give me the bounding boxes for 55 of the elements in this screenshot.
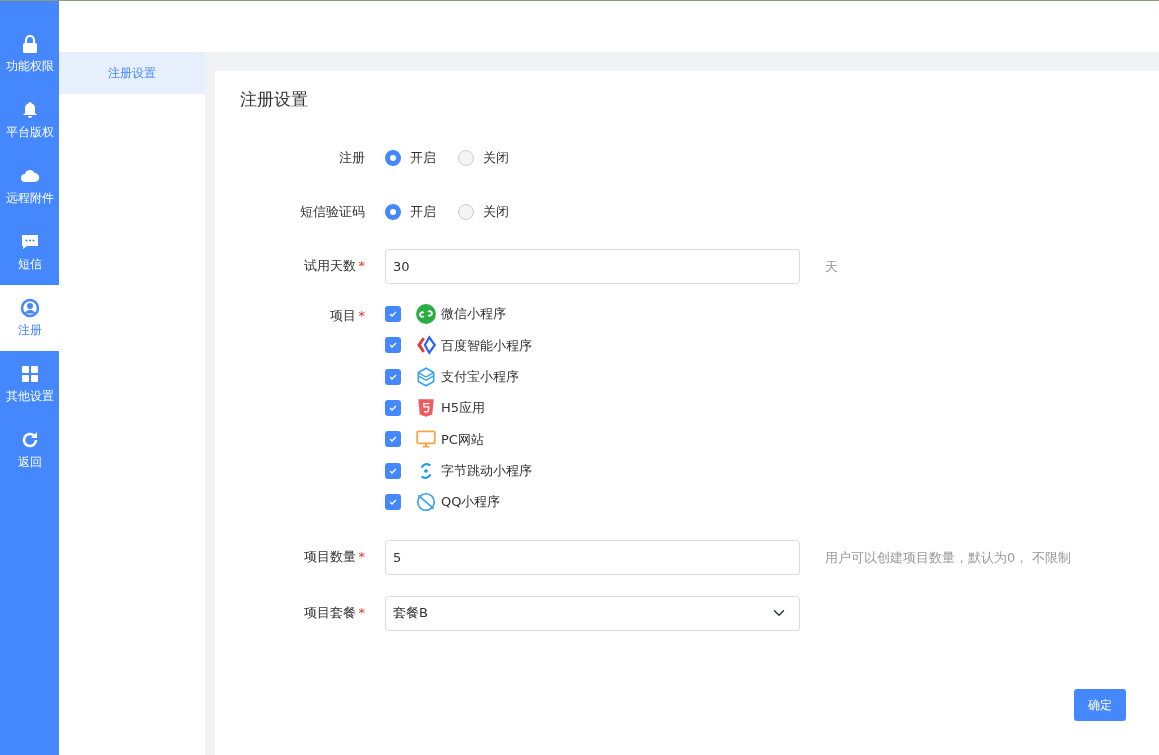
checkbox-label: 百度智能小程序 (441, 336, 532, 355)
field-label: 项目套餐 (303, 604, 356, 620)
field-label: 项目数量 (303, 548, 356, 564)
grid-icon (19, 363, 40, 384)
required-mark: * (358, 548, 365, 564)
checkbox-label: QQ小程序 (441, 493, 501, 512)
checkbox-label: H5应用 (441, 399, 486, 418)
sidebar-item[interactable]: 远程附件 (0, 153, 59, 219)
shield-icon (415, 397, 437, 420)
checkbox[interactable] (385, 400, 401, 417)
confirm-button[interactable]: 确定 (1074, 688, 1126, 721)
field-label: 注册 (338, 148, 366, 167)
checkbox[interactable] (385, 337, 401, 354)
checkbox[interactable] (385, 493, 401, 510)
checkbox-label: PC网站 (441, 430, 484, 449)
field-label: 短信验证码 (299, 202, 366, 221)
radio-button[interactable] (385, 203, 401, 220)
sidebar-item[interactable]: 功能权限 (0, 21, 59, 87)
user-icon (19, 297, 40, 318)
checkbox-label: 字节跳动小程序 (441, 461, 532, 480)
checkbox[interactable] (385, 368, 401, 385)
panel-title: 注册设置 (240, 88, 309, 111)
text-input[interactable]: 30 (385, 248, 800, 284)
orbit-icon (415, 490, 437, 513)
sidebar-item[interactable]: 其他设置 (0, 351, 59, 417)
radio-button[interactable] (458, 149, 474, 166)
radio-label: 开启 (410, 202, 436, 221)
cube-icon (415, 365, 437, 388)
text-input[interactable]: 5 (385, 539, 800, 575)
checkbox-label: 支付宝小程序 (441, 368, 519, 386)
radio-label: 关闭 (483, 148, 509, 167)
hint-text: 用户可以创建项目数量，默认为0， 不限制 (825, 548, 1072, 567)
sidebar-item[interactable]: 注册 (0, 285, 59, 351)
checkbox[interactable] (385, 306, 401, 323)
required-mark: * (358, 307, 365, 323)
radio-label: 关闭 (483, 202, 509, 221)
diamond-icon (415, 334, 437, 357)
submenu-item[interactable]: 注册设置 (59, 52, 205, 94)
sidebar-item[interactable]: 短信 (0, 219, 59, 285)
checkbox[interactable] (385, 462, 401, 479)
sidebar-item[interactable]: 平台版权 (0, 87, 59, 153)
checkbox-label: 微信小程序 (441, 305, 506, 324)
hint-text: 天 (825, 257, 838, 276)
radio-label: 开启 (410, 148, 436, 167)
link-circle-icon (415, 303, 437, 326)
required-mark: * (358, 257, 365, 273)
sidebar-item[interactable]: 返回 (0, 417, 59, 483)
monitor-icon (415, 428, 437, 451)
radio-button[interactable] (385, 149, 401, 166)
field-label: 项目 (329, 307, 356, 323)
required-mark: * (358, 604, 365, 620)
checkbox[interactable] (385, 431, 401, 448)
package-select[interactable]: 套餐B (385, 595, 800, 631)
radio-button[interactable] (458, 203, 474, 220)
field-label: 试用天数 (303, 257, 356, 273)
